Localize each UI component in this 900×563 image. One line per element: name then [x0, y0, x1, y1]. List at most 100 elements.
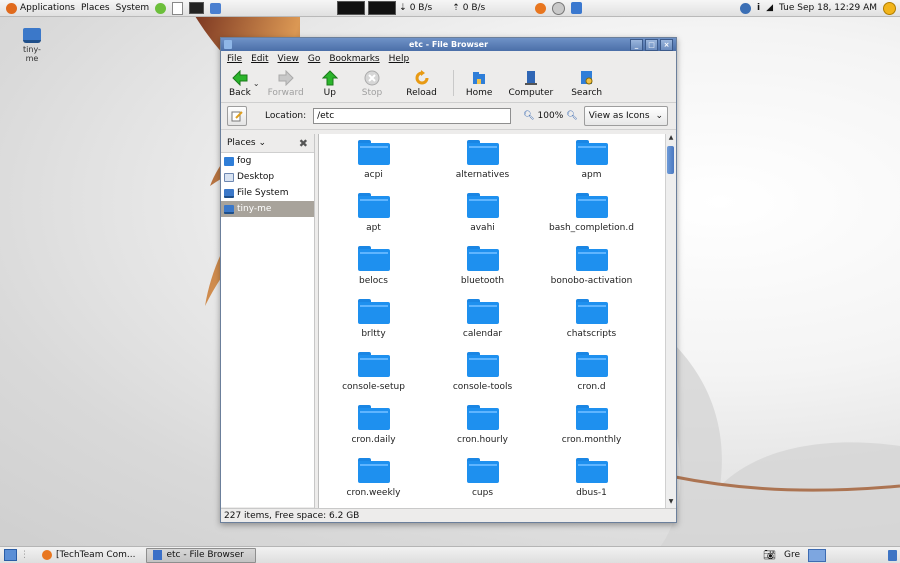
- chevron-down-icon: ⌄: [655, 111, 664, 121]
- sidebar-item-desktop[interactable]: Desktop: [221, 169, 314, 185]
- folder-item[interactable]: cron.monthly: [537, 403, 646, 448]
- folder-name: cron.hourly: [457, 435, 508, 445]
- location-input[interactable]: [313, 108, 512, 124]
- folder-item[interactable]: dbus-1: [537, 456, 646, 501]
- scrollbar-thumb[interactable]: [667, 146, 674, 174]
- folder-item[interactable]: brltty: [319, 297, 428, 342]
- folder-item[interactable]: cron.daily: [319, 403, 428, 448]
- sidebar-item-tiny-me[interactable]: tiny-me: [221, 201, 314, 217]
- workspace-spacer: [834, 550, 880, 561]
- folder-item[interactable]: alternatives: [428, 138, 537, 183]
- stop-button[interactable]: Stop: [350, 64, 394, 102]
- firefox-icon[interactable]: [535, 2, 547, 14]
- sidebar-header: Places ⌄ ✖: [221, 134, 314, 152]
- file-browser-window: etc - File Browser _ □ × File Edit View …: [220, 37, 677, 523]
- network-monitor[interactable]: ⇣ 0 B/s: [337, 1, 432, 15]
- network-connection-icon[interactable]: ◢: [766, 3, 773, 13]
- menu-edit[interactable]: Edit: [251, 54, 268, 64]
- folder-icon: [357, 458, 390, 483]
- taskbar-item-techteam[interactable]: [TechTeam Com...: [35, 548, 142, 563]
- scroll-up-arrow-icon[interactable]: ▲: [666, 134, 676, 144]
- desktop-icon-tiny-me[interactable]: tiny- me: [14, 28, 50, 63]
- folder-item[interactable]: console-setup: [319, 350, 428, 395]
- folder-item[interactable]: cups: [428, 456, 537, 501]
- sidebar-type-select[interactable]: Places ⌄: [227, 138, 266, 148]
- keyboard-layout-indicator[interactable]: Gre: [784, 550, 800, 560]
- back-history-dropdown[interactable]: ⌄: [253, 79, 260, 88]
- notes-icon[interactable]: [571, 2, 583, 14]
- sidebar-item-fog[interactable]: fog: [221, 153, 314, 169]
- folder-item[interactable]: belocs: [319, 244, 428, 289]
- camera-icon[interactable]: 📷︎: [763, 550, 776, 561]
- zoom-level[interactable]: 100%: [538, 111, 564, 121]
- menu-go[interactable]: Go: [308, 54, 320, 64]
- folder-item[interactable]: calendar: [428, 297, 537, 342]
- places-menu[interactable]: Places: [81, 3, 110, 13]
- sidebar-item-file-system[interactable]: File System: [221, 185, 314, 201]
- launcher-editor-icon[interactable]: [210, 2, 222, 14]
- system-menu[interactable]: System: [116, 3, 150, 13]
- info-icon[interactable]: i: [757, 3, 760, 13]
- folder-item[interactable]: cron.hourly: [428, 403, 537, 448]
- close-sidebar-icon[interactable]: ✖: [299, 137, 308, 150]
- home-button[interactable]: Home: [458, 64, 501, 102]
- show-desktop-icon[interactable]: [4, 549, 17, 561]
- taskbar-item-file-browser[interactable]: etc - File Browser: [146, 547, 257, 563]
- zoom-in-icon[interactable]: 🔍︎: [566, 111, 577, 121]
- scroll-down-arrow-icon[interactable]: ▼: [666, 498, 676, 508]
- user-status-icon[interactable]: [740, 2, 752, 14]
- window-titlebar[interactable]: etc - File Browser _ □ ×: [221, 38, 676, 51]
- folder-icon: [466, 299, 499, 324]
- launcher-document-icon[interactable]: [172, 1, 184, 15]
- folder-item[interactable]: avahi: [428, 191, 537, 236]
- firefox-icon: [42, 550, 52, 560]
- games-icon[interactable]: [552, 1, 566, 15]
- trash-icon[interactable]: [888, 549, 897, 561]
- folder-item[interactable]: cron.weekly: [319, 456, 428, 501]
- menu-view[interactable]: View: [278, 54, 299, 64]
- stop-icon: [364, 70, 380, 86]
- clock[interactable]: Tue Sep 18, 12:29 AM: [779, 3, 877, 13]
- upload-monitor[interactable]: ⇡ 0 B/s: [452, 3, 485, 13]
- file-browser-icon: [153, 550, 163, 560]
- back-button[interactable]: Back: [223, 64, 257, 102]
- folder-item[interactable]: apm: [537, 138, 646, 183]
- folder-item[interactable]: console-tools: [428, 350, 537, 395]
- close-button[interactable]: ×: [660, 39, 673, 51]
- view-mode-select[interactable]: View as Icons ⌄: [583, 106, 669, 126]
- computer-button[interactable]: Computer: [500, 64, 561, 102]
- sidebar-item-label: Desktop: [237, 172, 275, 182]
- menu-file[interactable]: File: [227, 54, 242, 64]
- vertical-scrollbar[interactable]: ▲ ▼: [665, 134, 676, 508]
- minimize-button[interactable]: _: [630, 39, 643, 51]
- zoom-out-icon[interactable]: 🔍︎: [523, 111, 534, 121]
- window-menu-icon[interactable]: [224, 40, 232, 49]
- icon-view[interactable]: acpi alternatives apm apt avahi bash_completi…: [318, 134, 676, 508]
- folder-item[interactable]: cron.d: [537, 350, 646, 395]
- workspace-switcher[interactable]: [808, 548, 826, 562]
- folder-item[interactable]: acpi: [319, 138, 428, 183]
- folder-item[interactable]: apt: [319, 191, 428, 236]
- forward-button[interactable]: Forward: [262, 64, 310, 102]
- launcher-terminal-icon[interactable]: [189, 2, 205, 14]
- applications-menu[interactable]: Applications: [6, 2, 75, 14]
- launcher-run-icon[interactable]: [155, 2, 167, 14]
- forward-label: Forward: [267, 88, 304, 98]
- toggle-location-button[interactable]: [227, 106, 247, 126]
- reload-button[interactable]: Reload: [394, 64, 449, 102]
- folder-item[interactable]: bonobo-activation: [537, 244, 646, 289]
- folder-name: dbus-1: [576, 488, 607, 498]
- menu-bookmarks[interactable]: Bookmarks: [329, 54, 379, 64]
- network-graph-2: [368, 1, 397, 15]
- search-button[interactable]: Search: [561, 64, 612, 102]
- folder-item[interactable]: chatscripts: [537, 297, 646, 342]
- folder-name: cups: [471, 488, 494, 498]
- folder-item[interactable]: bash_completion.d: [537, 191, 646, 236]
- up-button[interactable]: Up: [310, 64, 350, 102]
- maximize-button[interactable]: □: [645, 39, 658, 51]
- menu-help[interactable]: Help: [389, 54, 410, 64]
- folder-item[interactable]: bluetooth: [428, 244, 537, 289]
- task-label: [TechTeam Com...: [56, 550, 136, 560]
- update-notifier-icon[interactable]: [883, 1, 896, 15]
- harddisk-icon: [224, 188, 234, 198]
